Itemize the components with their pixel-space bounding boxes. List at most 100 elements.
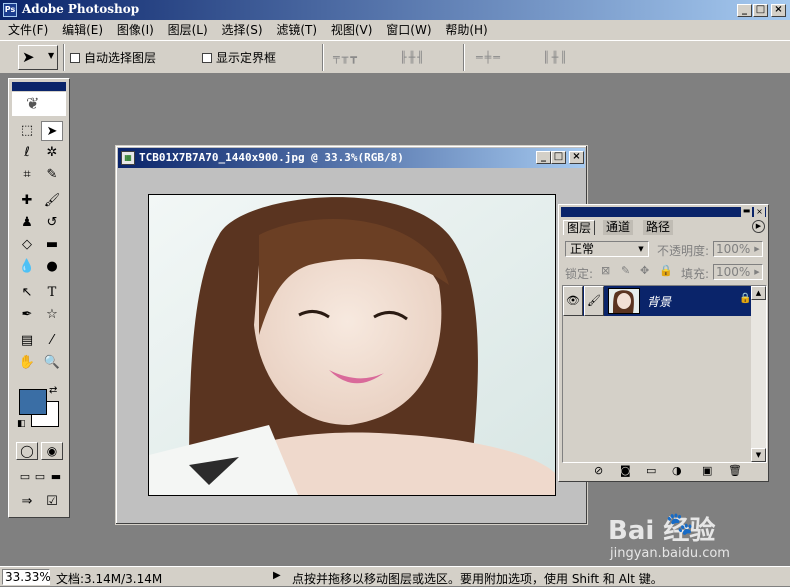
watermark-text: jingyan.baidu.com — [610, 546, 730, 561]
menu-edit[interactable]: 编辑(E) — [57, 20, 108, 40]
tab-layers[interactable]: 图层 — [563, 220, 596, 235]
toolbox-header-banner: ❦ — [12, 92, 66, 116]
imageready-check-icon[interactable]: ☑ — [41, 492, 63, 512]
menu-select[interactable]: 选择(S) — [217, 20, 268, 40]
blur-tool-icon[interactable]: 💧 — [16, 257, 38, 277]
pen-tool-icon[interactable]: ✒ — [16, 305, 38, 325]
toolbox: ❦ ⬚ ➤ ℓ ✲ ⌗ ✎ ✚ 🖌 ♟ ↺ ◇ ▬ 💧 ● ↖ T ✒ ☆ ▤ … — [8, 78, 70, 518]
palette-menu-icon[interactable]: ▶ — [752, 220, 765, 233]
jump-to-imageready-icon[interactable]: ⇒ — [16, 492, 38, 512]
menu-file[interactable]: 文件(F) — [3, 20, 53, 40]
tab-channels[interactable]: 通道 — [603, 220, 634, 235]
move-tool-icon[interactable]: ➤ — [41, 121, 63, 141]
layer-style-icon[interactable]: ⊘ — [594, 464, 603, 477]
menu-view[interactable]: 视图(V) — [326, 20, 378, 40]
maximize-button[interactable]: □ — [753, 4, 768, 17]
lasso-tool-icon[interactable]: ℓ — [16, 143, 38, 163]
slice-tool-icon[interactable]: ✎ — [41, 165, 63, 185]
document-size: 文档:3.14M/3.14M — [56, 572, 163, 586]
dodge-tool-icon[interactable]: ● — [41, 257, 63, 277]
layer-row-background[interactable]: 👁 🖌 背景 🔒 — [563, 286, 751, 316]
opacity-arrow-icon[interactable]: ▶ — [752, 242, 762, 256]
menu-filter[interactable]: 滤镜(T) — [271, 20, 322, 40]
palette-close-button[interactable]: × — [754, 207, 765, 217]
lock-label: 锁定: — [565, 267, 594, 281]
delete-layer-icon[interactable]: 🗑 — [728, 464, 742, 477]
layer-brush-link-icon[interactable]: 🖌 — [584, 286, 604, 316]
quick-mask-mode-button[interactable]: ◉ — [41, 442, 63, 460]
status-menu-arrow-icon[interactable]: ▶ — [273, 570, 281, 581]
default-colors-icon[interactable]: ◧ — [17, 419, 26, 429]
document-minimize-button[interactable]: _ — [536, 151, 551, 164]
move-tool-icon: ➤ — [22, 48, 35, 66]
layer-name[interactable]: 背景 — [647, 293, 671, 310]
scroll-down-button[interactable]: ▼ — [751, 448, 766, 462]
close-button[interactable]: × — [771, 4, 786, 17]
tab-paths[interactable]: 路径 — [643, 220, 674, 235]
menu-layer[interactable]: 图层(L) — [163, 20, 213, 40]
canvas-image[interactable] — [148, 194, 556, 496]
eyedropper-tool-icon[interactable]: ⁄ — [41, 331, 63, 351]
notes-tool-icon[interactable]: ▤ — [16, 331, 38, 351]
brush-tool-icon[interactable]: 🖌 — [41, 191, 63, 211]
align-top-icon[interactable]: ╤╥┳ — [333, 51, 359, 64]
minimize-button[interactable]: _ — [737, 4, 752, 17]
layer-visibility-eye-icon[interactable]: 👁 — [563, 286, 583, 316]
history-brush-tool-icon[interactable]: ↺ — [41, 213, 63, 233]
align-left-icon[interactable]: ╟╫╢ — [400, 51, 426, 64]
status-bar: 33.33% 文档:3.14M/3.14M ▶ 点按并拖移以移动图层或选区。要用… — [0, 566, 790, 586]
app-title: Adobe Photoshop — [22, 2, 140, 16]
menu-help[interactable]: 帮助(H) — [440, 20, 492, 40]
hand-tool-icon[interactable]: ✋ — [16, 353, 38, 373]
standard-mode-button[interactable]: ◯ — [16, 442, 38, 460]
gradient-tool-icon[interactable]: ▬ — [41, 235, 63, 255]
fill-field[interactable]: 100% ▶ — [713, 264, 763, 280]
foreground-color-swatch[interactable] — [19, 389, 47, 415]
palette-footer: ⊘ ◙ ▭ ◑ ▣ 🗑 — [562, 464, 767, 480]
layer-thumbnail[interactable] — [608, 288, 640, 314]
layer-mask-icon[interactable]: ◙ — [620, 464, 631, 477]
lock-transparent-icon[interactable]: ⊠ — [601, 264, 610, 277]
lock-move-icon[interactable]: ✥ — [640, 264, 649, 277]
marquee-tool-icon[interactable]: ⬚ — [16, 121, 38, 141]
opacity-value: 100% — [716, 242, 751, 256]
document-maximize-button[interactable]: □ — [551, 151, 566, 164]
swap-colors-icon[interactable]: ⇄ — [49, 385, 57, 396]
options-divider — [463, 44, 465, 71]
lock-paint-icon[interactable]: ✎ — [621, 264, 630, 277]
new-group-icon[interactable]: ▭ — [646, 464, 656, 477]
menu-window[interactable]: 窗口(W) — [381, 20, 436, 40]
magic-wand-tool-icon[interactable]: ✲ — [41, 143, 63, 163]
blend-mode-select[interactable]: 正常 ▼ — [565, 241, 649, 257]
adjustment-layer-icon[interactable]: ◑ — [672, 464, 682, 477]
chevron-down-icon: ▼ — [48, 51, 55, 60]
layers-scrollbar[interactable]: ▲ ▼ — [751, 286, 766, 462]
zoom-field[interactable]: 33.33% — [2, 569, 51, 585]
palette-minimize-button[interactable]: ▬ — [741, 207, 752, 217]
screen-mode-full-icon[interactable]: ▬ — [45, 467, 67, 487]
distribute-horizontal-icon[interactable]: ║╫║ — [543, 51, 569, 64]
scroll-up-button[interactable]: ▲ — [751, 286, 766, 300]
lock-all-icon[interactable]: 🔒 — [659, 264, 673, 277]
menu-image[interactable]: 图像(I) — [112, 20, 159, 40]
opacity-field[interactable]: 100% ▶ — [713, 241, 763, 257]
tool-preset-picker[interactable]: ➤ ▼ — [18, 45, 58, 70]
watermark: Bai 经验 🐾 jingyan.baidu.com — [600, 508, 780, 566]
path-selection-tool-icon[interactable]: ↖ — [16, 283, 38, 303]
zoom-tool-icon[interactable]: 🔍 — [41, 353, 63, 373]
eraser-tool-icon[interactable]: ◇ — [16, 235, 38, 255]
healing-brush-tool-icon[interactable]: ✚ — [16, 191, 38, 211]
new-layer-icon[interactable]: ▣ — [702, 464, 712, 477]
document-close-button[interactable]: × — [569, 151, 584, 164]
type-tool-icon[interactable]: T — [41, 283, 63, 303]
clone-stamp-tool-icon[interactable]: ♟ — [16, 213, 38, 233]
portrait-photo — [149, 195, 555, 495]
toolbox-titlebar — [12, 82, 66, 91]
distribute-vertical-icon[interactable]: ═╪═ — [476, 51, 502, 64]
show-bounds-checkbox[interactable] — [202, 53, 212, 63]
crop-tool-icon[interactable]: ⌗ — [16, 165, 38, 185]
auto-select-checkbox[interactable] — [70, 53, 80, 63]
blend-mode-value: 正常 — [570, 242, 595, 256]
custom-shape-tool-icon[interactable]: ☆ — [41, 305, 63, 325]
fill-arrow-icon[interactable]: ▶ — [752, 265, 762, 279]
